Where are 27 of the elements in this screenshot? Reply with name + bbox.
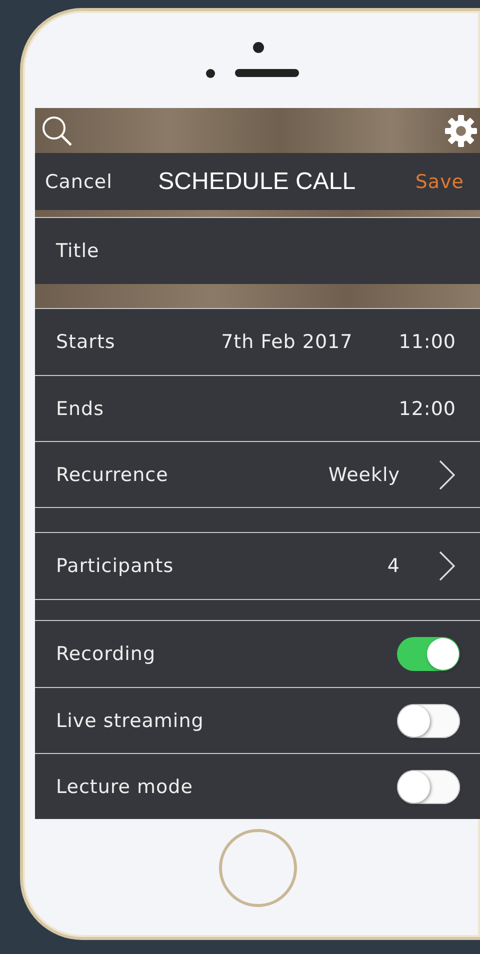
chevron-icon <box>438 550 456 582</box>
sensor-icon <box>206 68 215 78</box>
settings-icon[interactable] <box>444 114 478 148</box>
time-value: 11:00 <box>398 331 456 353</box>
speaker-icon <box>235 69 299 77</box>
save-button[interactable]: Save <box>415 170 464 192</box>
row-label: Recording <box>56 643 156 665</box>
screen-title: SCHEDULE CALL <box>157 168 357 196</box>
search-icon[interactable] <box>41 114 73 146</box>
camera-icon <box>253 42 264 52</box>
toggle-switch[interactable] <box>397 704 460 738</box>
cancel-button[interactable]: Cancel <box>45 170 112 192</box>
row-label: Live streaming <box>56 710 204 732</box>
toggle-switch[interactable] <box>397 770 460 804</box>
row-label: Ends <box>56 398 104 420</box>
time-value: 12:00 <box>398 398 456 420</box>
date-value: 7th Feb 2017 <box>221 331 353 353</box>
row-value: Weekly <box>328 464 400 486</box>
row-label: Recurrence <box>56 464 168 486</box>
row-label: Starts <box>56 331 116 353</box>
toggle-switch[interactable] <box>397 637 460 671</box>
row-label: Participants <box>56 555 174 577</box>
title-field[interactable]: Title <box>35 218 480 284</box>
row-label: Lecture mode <box>56 776 193 798</box>
row-value: 4 <box>387 555 400 577</box>
chevron-icon <box>438 458 456 490</box>
placeholder-text: Title <box>56 240 100 262</box>
